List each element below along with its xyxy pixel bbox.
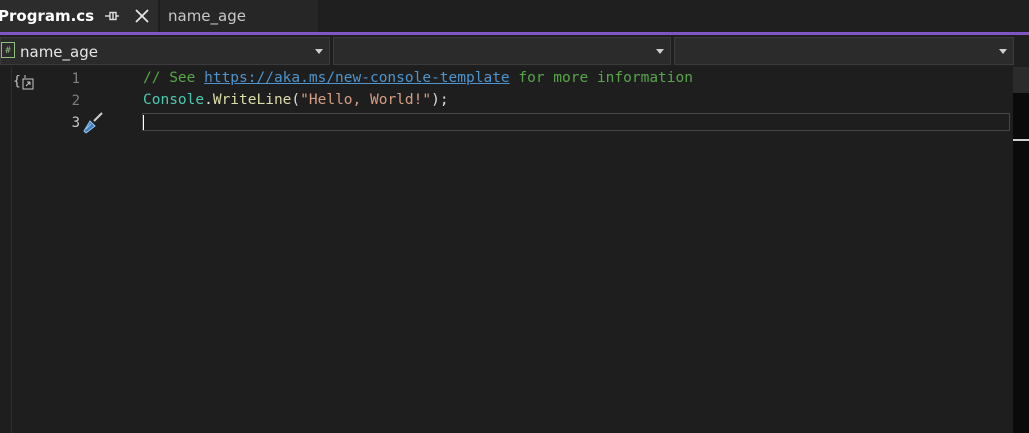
- comment-link[interactable]: https://aka.ms/new-console-template: [204, 70, 510, 86]
- tab-name-age[interactable]: name_age: [160, 0, 318, 32]
- scrollbar-thumb[interactable]: [1013, 93, 1029, 433]
- chevron-down-icon: [656, 49, 664, 54]
- close-icon[interactable]: [133, 7, 151, 25]
- member-dropdown[interactable]: [674, 37, 1014, 65]
- current-line-highlight: [142, 113, 1010, 131]
- text-caret: [143, 115, 144, 130]
- document-tab-strip: Program.cs name_age: [0, 0, 1029, 32]
- code-line-2: Console.WriteLine("Hello, World!");: [143, 92, 449, 108]
- project-dropdown[interactable]: # name_age: [0, 37, 330, 65]
- type-console: Console: [143, 92, 205, 108]
- type-dropdown[interactable]: [333, 37, 671, 65]
- comment-suffix: for more information: [509, 70, 693, 86]
- line-number-current: 3: [71, 115, 80, 131]
- project-name: name_age: [20, 43, 98, 61]
- code-editor[interactable]: { 1 2 3 // See https://aka.ms/new-consol…: [0, 67, 1013, 433]
- method-writeline: WriteLine: [212, 92, 292, 108]
- dot-operator: .: [204, 92, 213, 108]
- line-number: 2: [71, 93, 80, 109]
- close-paren-semicolon: );: [431, 92, 449, 108]
- open-paren: (: [291, 92, 301, 108]
- tab-program-cs[interactable]: Program.cs: [0, 0, 158, 32]
- namespace-fold-icon[interactable]: {: [13, 72, 35, 92]
- gutter-divider: [11, 67, 12, 433]
- string-literal: "Hello, World!": [300, 92, 432, 108]
- chevron-down-icon: [999, 49, 1007, 54]
- svg-text:{: {: [13, 74, 21, 89]
- quick-action-brush-icon[interactable]: [80, 111, 104, 135]
- csharp-file-icon: #: [1, 42, 15, 58]
- comment-prefix: // See: [143, 70, 205, 86]
- code-line-1: // See https://aka.ms/new-console-templa…: [143, 70, 693, 86]
- tab-title: Program.cs: [0, 7, 95, 25]
- pin-icon[interactable]: [104, 9, 120, 23]
- svg-text:#: #: [5, 46, 11, 56]
- navigation-bar: # name_age: [0, 35, 1029, 67]
- chevron-down-icon: [315, 49, 323, 54]
- tab-title: name_age: [168, 7, 246, 25]
- line-number: 1: [71, 71, 80, 87]
- scrollbar-caret-marker: [1013, 139, 1029, 141]
